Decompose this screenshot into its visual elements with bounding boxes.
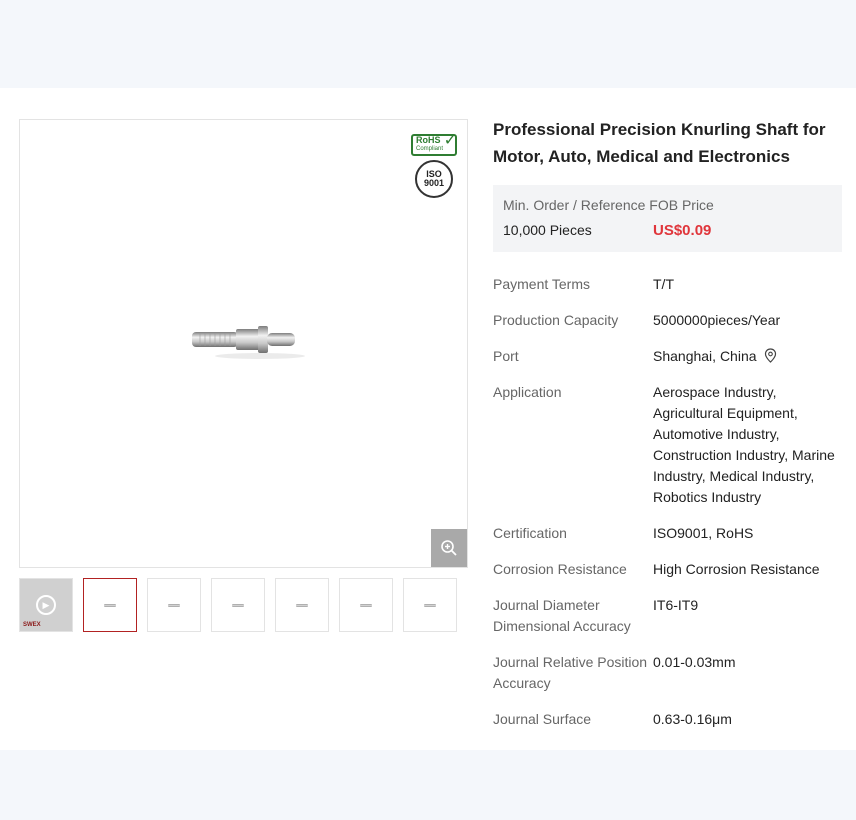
- spec-key: Port: [493, 348, 519, 364]
- product-title: Professional Precision Knurling Shaft fo…: [493, 120, 826, 166]
- knurling-shaft-image: [192, 326, 305, 359]
- spec-value: Aerospace Industry, Agricultural Equipme…: [653, 384, 835, 505]
- spec-value: 0.63-0.16μm: [653, 711, 732, 727]
- zoom-in-icon: [441, 540, 457, 556]
- location-pin-icon[interactable]: [764, 348, 777, 363]
- spec-row-journal-position: Journal Relative Position Accuracy 0.01-…: [493, 652, 843, 694]
- spec-key: Journal Relative Position Accuracy: [493, 654, 648, 691]
- port-value: Shanghai, China: [653, 348, 757, 364]
- spec-value: 0.01-0.03mm: [653, 654, 736, 670]
- rohs-badge: RoHS Compliant ✓: [411, 132, 457, 156]
- check-icon: ✓: [443, 132, 457, 149]
- price-row: 10,000 Pieces US$0.09: [503, 222, 832, 239]
- thumbnail-image-5[interactable]: [339, 578, 393, 632]
- thumbnail-image-4[interactable]: [275, 578, 329, 632]
- page-bottom-background: [0, 750, 856, 820]
- spec-value-port: Shanghai, China: [653, 346, 843, 367]
- spec-row-corrosion-resistance: Corrosion Resistance High Corrosion Resi…: [493, 559, 843, 580]
- spec-value: IT6-IT9: [653, 597, 699, 613]
- thumbnail-shaft: [232, 603, 244, 607]
- spec-value: T/T: [653, 276, 674, 292]
- spec-row-certification: Certification ISO9001, RoHS: [493, 523, 843, 544]
- spec-key: Corrosion Resistance: [493, 561, 627, 577]
- thumbnail-shaft: [296, 603, 308, 607]
- thumbnail-shaft: [360, 603, 372, 607]
- thumbnail-video[interactable]: ▶ SWEX: [19, 578, 73, 632]
- main-product-image[interactable]: RoHS Compliant ✓ ISO 9001: [19, 119, 468, 568]
- spec-key: Journal Diameter Dimensional Accuracy: [493, 597, 631, 634]
- thumbnail-strip: ▶ SWEX: [19, 578, 457, 632]
- spec-row-payment-terms: Payment Terms T/T: [493, 274, 843, 295]
- spec-row-production-capacity: Production Capacity 5000000pieces/Year: [493, 310, 843, 331]
- spec-value: 5000000pieces/Year: [653, 312, 781, 328]
- thumbnail-shaft: [424, 603, 436, 607]
- thumbnail-shaft: [168, 603, 180, 607]
- spec-list: Payment Terms T/T Production Capacity 50…: [493, 274, 843, 745]
- thumbnail-image-2[interactable]: [147, 578, 201, 632]
- certification-badges: RoHS Compliant ✓ ISO 9001: [410, 132, 458, 198]
- zoom-button[interactable]: [431, 529, 467, 567]
- page-top-background: [0, 0, 856, 88]
- price-header: Min. Order / Reference FOB Price: [503, 197, 714, 213]
- spec-key: Application: [493, 384, 562, 400]
- spec-key: Payment Terms: [493, 276, 590, 292]
- thumbnail-image-6[interactable]: [403, 578, 457, 632]
- thumbnail-image-3[interactable]: [211, 578, 265, 632]
- spec-row-application: Application Aerospace Industry, Agricult…: [493, 382, 843, 508]
- play-icon: ▶: [36, 595, 56, 615]
- spec-value: ISO9001, RoHS: [653, 525, 754, 541]
- price-box: Min. Order / Reference FOB Price 10,000 …: [493, 185, 842, 252]
- spec-key: Journal Surface: [493, 711, 592, 727]
- spec-key: Production Capacity: [493, 312, 619, 328]
- spec-row-port: Port Shanghai, China: [493, 346, 843, 367]
- thumbnail-shaft: [104, 603, 116, 607]
- min-order-quantity: 10,000 Pieces: [503, 222, 592, 238]
- spec-row-journal-diameter: Journal Diameter Dimensional Accuracy IT…: [493, 595, 843, 637]
- iso-badge: ISO 9001: [415, 160, 453, 198]
- fob-price: US$0.09: [653, 222, 712, 239]
- spec-row-journal-surface: Journal Surface 0.63-0.16μm: [493, 709, 843, 730]
- spec-key: Certification: [493, 525, 567, 541]
- video-logo: SWEX: [23, 622, 41, 628]
- spec-value: High Corrosion Resistance: [653, 561, 820, 577]
- thumbnail-image-1[interactable]: [83, 578, 137, 632]
- iso-badge-line2: 9001: [423, 178, 445, 188]
